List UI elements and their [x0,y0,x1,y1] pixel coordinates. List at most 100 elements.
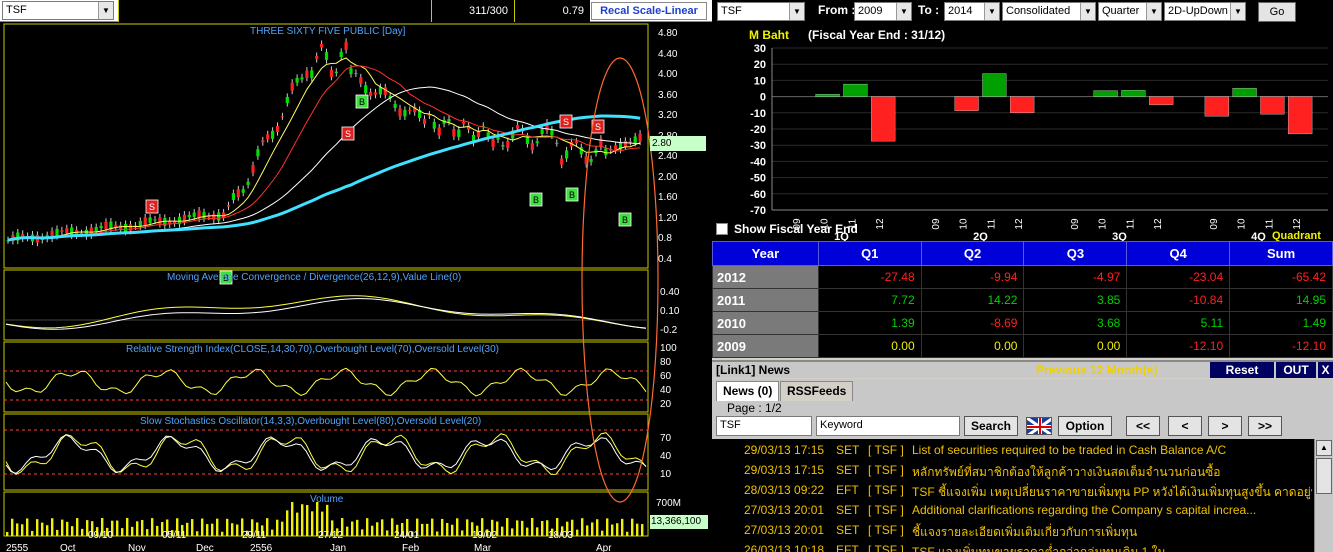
candle-body [638,133,642,142]
col-q3[interactable]: Q3 [1023,241,1128,266]
flag-icon[interactable] [1026,417,1052,435]
news-datetime: 27/03/13 20:01 [744,523,825,537]
x-tick-label: 11 [1125,218,1136,229]
news-controls: TSF Keyword Search Option << < > >> [712,415,1333,439]
show-fiscal-checkbox[interactable] [716,223,728,235]
volume-bar [211,523,214,536]
chart-toolbar: TSF ▼ 311/300 0.79 Recal Scale-Linear [0,0,712,22]
period-select[interactable]: Quarter ▼ [1098,2,1162,21]
chevron-down-icon[interactable]: ▼ [1230,3,1245,20]
signal-label: B [359,97,365,107]
statement-mode-select[interactable]: Consolidated ▼ [1002,2,1096,21]
value-cell: 7.72 [817,288,922,312]
volume-bar [366,518,369,536]
volume-bar [581,518,584,536]
news-item[interactable]: 29/03/13 17:15 SET [ TSF ] หลักทรัพย์ที่สมา… [712,461,1312,481]
news-datetime: 26/03/13 10:18 [744,543,825,552]
close-button[interactable]: X [1318,362,1333,378]
news-scrollbar[interactable]: ▲ [1314,439,1333,552]
value-cell: 14.95 [1229,288,1333,312]
volume-bar [361,529,364,536]
candle-body [633,136,637,143]
news-item[interactable]: 29/03/13 17:15 SET [ TSF ] List of securiti… [712,441,1312,461]
news-headline: List of securities required to be traded… [912,443,1227,457]
candle-body [525,136,529,145]
recal-scale-button[interactable]: Recal Scale-Linear [591,2,707,20]
chevron-down-icon[interactable]: ▼ [896,3,911,20]
chevron-down-icon[interactable]: ▼ [984,3,999,20]
candle-body [280,116,284,118]
value-cell: -65.42 [1229,265,1333,289]
chevron-down-icon[interactable]: ▼ [1146,3,1161,20]
from-year-select[interactable]: 2009 ▼ [854,2,912,21]
table-row[interactable]: 2011 7.72 14.22 3.85 -10.84 14.95 [712,288,1333,312]
news-item[interactable]: 27/03/13 20:01 SET [ TSF ] Additional clari… [712,501,1312,521]
volume-bar [16,523,19,536]
news-item[interactable]: 28/03/13 09:22 EFT [ TSF ] TSF ชี้แจงเพิ่ม … [712,481,1312,501]
news-datetime: 29/03/13 17:15 [744,463,825,477]
next-page-button[interactable]: > [1208,416,1242,436]
volume-bar [231,523,234,536]
table-row[interactable]: 2010 1.39 -8.69 3.68 5.11 1.49 [712,311,1333,335]
reset-button[interactable]: Reset [1210,362,1274,378]
candle-body [143,217,147,226]
symbol-select[interactable]: TSF ▼ [2,1,114,20]
volume-bar [621,518,624,536]
first-page-button[interactable]: << [1126,416,1160,436]
to-year-select[interactable]: 2014 ▼ [944,2,1000,21]
table-row[interactable]: 2009 0.00 0.00 0.00 -12.10 -12.10 [712,334,1333,358]
option-button[interactable]: Option [1058,416,1112,436]
tab-rss[interactable]: RSSFeeds [780,381,854,401]
keyword-field[interactable]: Keyword [816,416,960,436]
candle-body [217,212,221,221]
candle-body [535,141,539,144]
volume-bar [431,518,434,536]
value-cell: -10.84 [1126,288,1231,312]
volume-bar [81,528,84,536]
candle-body [344,41,348,50]
view-select[interactable]: 2D-UpDown ▼ [1164,2,1246,21]
news-item[interactable]: 27/03/13 20:01 SET [ TSF ] ชี้แจงรายละเอียด… [712,521,1312,541]
col-year[interactable]: Year [712,241,819,266]
news-symbol-field[interactable]: TSF [716,416,812,436]
candle-body [324,52,329,60]
price-tick: 4.40 [658,48,678,60]
news-datetime: 29/03/13 17:15 [744,443,825,457]
volume-bar [141,519,144,536]
scroll-thumb[interactable] [1316,458,1332,494]
volume-bar [291,502,294,536]
chevron-down-icon[interactable]: ▼ [789,3,804,20]
scroll-up-icon[interactable]: ▲ [1316,440,1332,456]
value-cell: -12.10 [1229,334,1333,358]
stock-chart-canvas[interactable]: SSS SBBB BB [0,22,712,552]
price-tick: 3.20 [658,110,678,121]
candle-body [158,217,162,224]
volume-bar [346,526,349,536]
col-q4[interactable]: Q4 [1126,241,1231,266]
fin-symbol-select[interactable]: TSF ▼ [717,2,805,21]
volume-bar [31,530,34,536]
out-button[interactable]: OUT [1276,362,1316,378]
search-button[interactable]: Search [964,416,1018,436]
volume-bar [536,527,539,536]
col-sum[interactable]: Sum [1229,241,1333,266]
table-row[interactable]: 2012 -27.48 -9.94 -4.97 -23.04 -65.42 [712,265,1333,289]
volume-bar [226,518,229,536]
chevron-down-icon[interactable]: ▼ [1080,3,1095,20]
news-headline: TSF ชี้แจงเพิ่ม เหตุเปลี่ยนราคาขายเพิ่มท… [912,485,1312,499]
price-layer: SSS SBBB BB [6,38,642,285]
prev-page-button[interactable]: < [1168,416,1202,436]
candle-body [462,122,466,125]
value-cell: -12.10 [1126,334,1231,358]
chevron-down-icon[interactable]: ▼ [98,2,113,19]
tab-news[interactable]: News (0) [716,381,780,401]
col-q1[interactable]: Q1 [817,241,922,266]
last-page-button[interactable]: >> [1248,416,1282,436]
value-cell: 0.00 [817,334,922,358]
go-button[interactable]: Go [1258,2,1296,22]
col-q2[interactable]: Q2 [920,241,1025,266]
volume-bar [636,523,639,536]
annotation-ellipse[interactable] [581,57,659,503]
news-item[interactable]: 26/03/13 10:18 EFT [ TSF ] TSF แจงเพิ่มทุนข… [712,541,1312,552]
date-tick: 27/12 [318,530,344,541]
